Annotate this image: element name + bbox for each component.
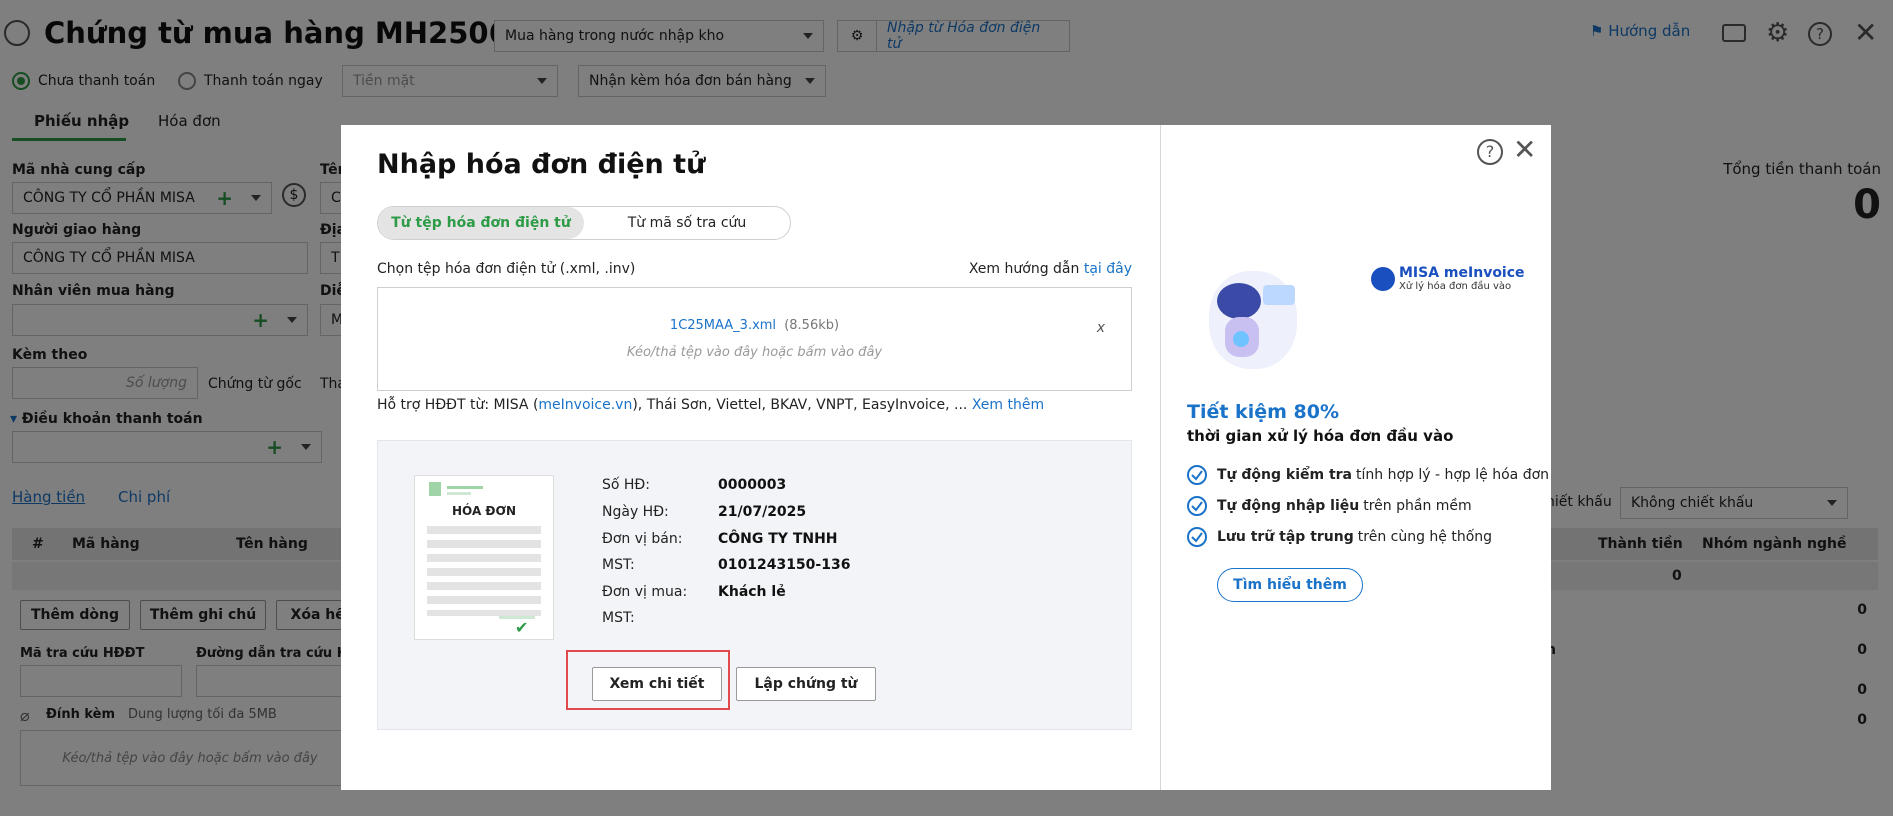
file-dropzone[interactable]: 1C25MAA_3.xml (8.56kb) Kéo/thả tệp vào đ… <box>377 287 1132 391</box>
tab-from-lookup-code[interactable]: Từ mã số tra cứu <box>584 207 790 239</box>
feature-text: trên phần mềm <box>1363 498 1472 514</box>
robot-head <box>1217 283 1261 319</box>
invoice-preview-card: HÓA ĐƠN ✔ Số HĐ: 0000003 Ngày HĐ: 21/07/20… <box>377 440 1132 730</box>
tab-from-file[interactable]: Từ tệp hóa đơn điện tử <box>378 207 584 239</box>
brand-sub: Xử lý hóa đơn đầu vào <box>1399 281 1512 292</box>
promo-headline: Tiết kiệm 80% <box>1187 401 1339 423</box>
thumb-line <box>447 492 471 495</box>
file-name-link[interactable]: 1C25MAA_3.xml <box>670 318 776 333</box>
thumb-table <box>427 526 541 616</box>
see-more-link[interactable]: Xem thêm <box>972 397 1044 413</box>
orb-icon <box>1233 331 1249 347</box>
seller-value: CÔNG TY TNHH <box>718 531 838 547</box>
invoice-date-value: 21/07/2025 <box>718 504 807 520</box>
invoice-date-row: Ngày HĐ: 21/07/2025 <box>602 504 806 520</box>
robot-illustration <box>1187 265 1307 375</box>
create-voucher-button[interactable]: Lập chứng từ <box>736 667 876 701</box>
invoice-number-row: Số HĐ: 0000003 <box>602 477 786 493</box>
buyer-label: Đơn vị mua: <box>602 584 688 600</box>
dialog-title: Nhập hóa đơn điện tử <box>377 149 706 180</box>
checkmark-icon: ✔ <box>515 618 529 637</box>
feature-item: Lưu trữ tập trung trên cùng hệ thống <box>1187 527 1492 547</box>
supported-providers: Hỗ trợ HĐĐT từ: MISA (meInvoice.vn), Thá… <box>377 397 1044 413</box>
feature-bold: Lưu trữ tập trung <box>1217 529 1354 545</box>
meinvoice-link[interactable]: meInvoice.vn <box>538 397 632 413</box>
file-size: (8.56kb) <box>784 318 840 333</box>
feature-item: Tự động nhập liệu trên phần mềm <box>1187 496 1472 516</box>
invoice-date-label: Ngày HĐ: <box>602 504 669 520</box>
chat-bubble-icon <box>1263 285 1295 305</box>
buyer-row: Đơn vị mua: Khách lẻ <box>602 584 786 600</box>
drop-hint: Kéo/thả tệp vào đây hoặc bấm vào đây <box>626 345 883 360</box>
invoice-thumbnail: HÓA ĐƠN ✔ <box>414 475 554 640</box>
dialog-main-panel: Nhập hóa đơn điện tử Từ tệp hóa đơn điện… <box>341 125 1161 790</box>
learn-more-button[interactable]: Tìm hiểu thêm <box>1217 568 1363 602</box>
help-icon[interactable]: ? <box>1477 139 1503 165</box>
source-segmented-control: Từ tệp hóa đơn điện tử Từ mã số tra cứu <box>377 206 791 240</box>
support-prefix: Hỗ trợ HĐĐT từ: MISA ( <box>377 397 539 413</box>
guide-row: Xem hướng dẫn tại đây <box>969 261 1132 277</box>
check-circle-icon <box>1187 527 1207 547</box>
invoice-number-label: Số HĐ: <box>602 477 650 493</box>
check-circle-icon <box>1187 465 1207 485</box>
feature-text: trên cùng hệ thống <box>1357 529 1493 545</box>
dialog-promo-panel: ? ✕ MISA meInvoice Xử lý hóa đơn đầu vào… <box>1161 125 1551 790</box>
meinvoice-logo-icon <box>1371 266 1395 291</box>
choose-file-label: Chọn tệp hóa đơn điện tử (.xml, .inv) <box>377 261 636 277</box>
import-einvoice-dialog: Nhập hóa đơn điện tử Từ tệp hóa đơn điện… <box>341 125 1551 790</box>
check-circle-icon <box>1187 496 1207 516</box>
thumb-logo <box>429 482 441 496</box>
feature-bold: Tự động nhập liệu <box>1217 498 1360 514</box>
feature-item: Tự động kiểm tra tính hợp lý - hợp lệ hóa… <box>1187 465 1549 485</box>
feature-bold: Tự động kiểm tra <box>1217 467 1353 483</box>
selected-file: 1C25MAA_3.xml (8.56kb) <box>670 318 839 333</box>
buyer-tax-label: MST: <box>602 610 635 626</box>
meinvoice-logo: MISA meInvoice Xử lý hóa đơn đầu vào <box>1371 265 1525 292</box>
buyer-tax-row: MST: <box>602 610 718 626</box>
seller-tax-label: MST: <box>602 557 635 573</box>
seller-label: Đơn vị bán: <box>602 531 683 547</box>
view-detail-button[interactable]: Xem chi tiết <box>592 667 722 701</box>
thumb-label: HÓA ĐƠN <box>452 504 516 518</box>
guide-here-link[interactable]: tại đây <box>1084 261 1132 277</box>
promo-subline: thời gian xử lý hóa đơn đầu vào <box>1187 427 1454 445</box>
seller-row: Đơn vị bán: CÔNG TY TNHH <box>602 531 838 547</box>
seller-tax-value: 0101243150-136 <box>718 557 851 573</box>
invoice-number-value: 0000003 <box>718 477 787 493</box>
remove-file-icon[interactable]: x <box>1097 320 1105 336</box>
brand-name: MISA meInvoice <box>1399 265 1525 281</box>
close-icon[interactable]: ✕ <box>1513 133 1536 166</box>
support-suffix: ), Thái Sơn, Viettel, BKAV, VNPT, EasyIn… <box>632 397 968 413</box>
guide-prefix: Xem hướng dẫn <box>968 261 1080 277</box>
seller-tax-row: MST: 0101243150-136 <box>602 557 850 573</box>
buyer-value: Khách lẻ <box>718 584 786 600</box>
thumb-line <box>447 486 483 489</box>
feature-text: tính hợp lý - hợp lệ hóa đơn <box>1356 467 1550 483</box>
